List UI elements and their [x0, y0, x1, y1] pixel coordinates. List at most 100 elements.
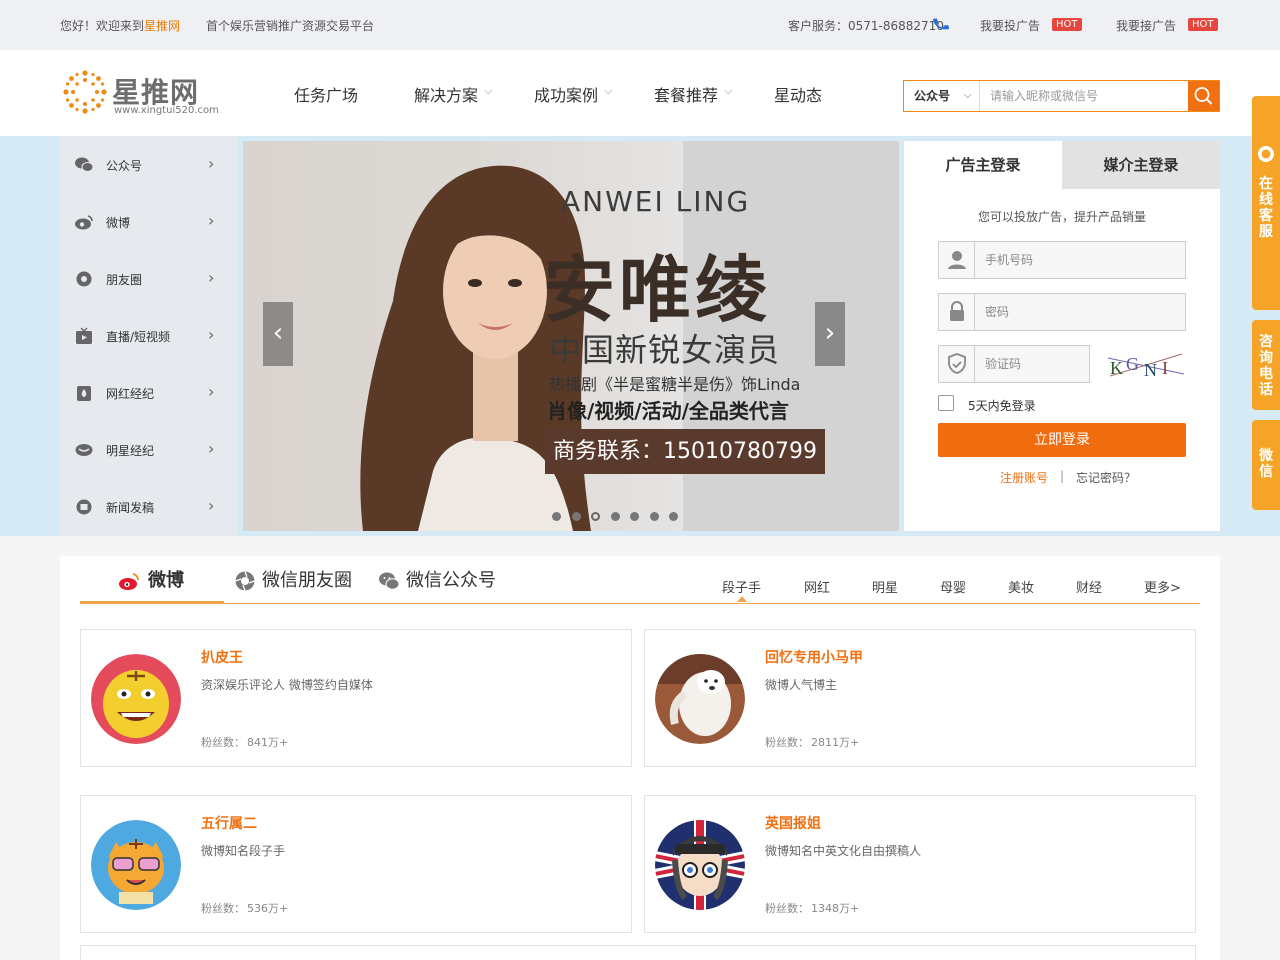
fans-label: 粉丝数： — [201, 902, 245, 915]
logo-icon — [63, 70, 107, 114]
login-button[interactable]: 立即登录 — [938, 423, 1186, 457]
media-name[interactable]: 五行属二 — [201, 813, 257, 833]
chevron-right-icon: › — [208, 211, 215, 230]
nav-task-square[interactable]: 任务广场 — [294, 82, 358, 106]
tab-media-login[interactable]: 媒介主登录 — [1062, 141, 1220, 189]
login-tabs: 广告主登录 媒介主登录 — [904, 141, 1220, 189]
banner-dot[interactable] — [630, 512, 639, 521]
nav-solutions[interactable]: 解决方案 — [414, 82, 478, 106]
category-item-press-release[interactable]: 新闻发稿 › — [60, 478, 238, 535]
post-ad-link[interactable]: 我要投广告 — [980, 17, 1040, 34]
media-card[interactable]: 英国报姐 微博知名中英文化自由撰稿人 粉丝数： 1348万+ — [644, 795, 1196, 933]
chevron-right-icon: › — [208, 439, 215, 458]
media-card[interactable]: 扒皮王 资深娱乐评论人 微博签约自媒体 粉丝数： 841万+ — [80, 629, 632, 767]
banner-dot[interactable] — [571, 512, 581, 521]
fans-count: 粉丝数： 1348万+ — [765, 900, 859, 916]
welcome-prefix: 您好！欢迎来到 — [60, 19, 145, 33]
take-ad-link[interactable]: 我要接广告 — [1116, 17, 1176, 34]
category-item-influencer-agency[interactable]: 网红经纪 › — [60, 364, 238, 421]
search-button[interactable] — [1188, 81, 1219, 111]
banner-dot[interactable] — [669, 512, 678, 521]
subtab-influencer[interactable]: 网红 — [804, 577, 830, 596]
shield-icon — [939, 346, 975, 382]
category-item-weibo[interactable]: 微博 › — [60, 193, 238, 250]
category-label: 公众号 — [106, 159, 143, 173]
media-card[interactable]: 五行属二 微博知名段子手 粉丝数： 536万+ — [80, 795, 632, 933]
subtab-finance[interactable]: 财经 — [1076, 577, 1102, 596]
banner-dot[interactable] — [610, 512, 620, 521]
fans-count: 粉丝数： 841万+ — [201, 734, 288, 750]
password-input[interactable] — [977, 294, 1183, 330]
fans-label: 粉丝数： — [765, 902, 809, 915]
subtab-more[interactable]: 更多> — [1144, 577, 1181, 596]
fans-count: 粉丝数： 536万+ — [201, 900, 288, 916]
category-label: 直播/短视频 — [106, 330, 171, 344]
category-label: 微博 — [106, 216, 131, 230]
hot-badge: HOT — [1052, 18, 1082, 31]
forgot-password-link[interactable]: 忘记密码？ — [1076, 469, 1136, 486]
category-item-live-video[interactable]: 直播/短视频 › — [60, 307, 238, 364]
login-hint: 您可以投放广告，提升产品销量 — [977, 210, 1146, 224]
hero-banner[interactable]: ANWEI LING 安唯绫 中国新锐女演员 热播剧《半是蜜糖半是伤》饰Lind… — [243, 141, 899, 531]
captcha-input[interactable] — [977, 346, 1087, 382]
nav-cases[interactable]: 成功案例 — [534, 82, 598, 106]
media-name[interactable]: 英国报姐 — [765, 813, 821, 833]
phone-field — [938, 241, 1186, 279]
category-sidebar: 公众号 › 微博 › 朋友圈 › 直播/短视频 › 网红经纪 › 明星经纪 › … — [60, 136, 238, 536]
tab-divider — [80, 603, 1200, 604]
fans-value: 2811万+ — [811, 736, 860, 749]
tab-wechat-moments[interactable]: 微信朋友圈 — [262, 566, 352, 596]
float-consult-phone[interactable]: 咨询电话 — [1252, 320, 1280, 410]
captcha-char: G — [1126, 354, 1139, 374]
search-input[interactable] — [982, 81, 1190, 111]
category-item-official-account[interactable]: 公众号 › — [60, 136, 238, 193]
media-description: 微博知名中英文化自由撰稿人 — [765, 844, 922, 858]
media-name[interactable]: 扒皮王 — [201, 647, 243, 667]
site-logo[interactable]: 星推网 www.xingtui520.com — [60, 65, 225, 119]
tab-weibo[interactable]: 微博 — [148, 566, 184, 596]
hot-badge: HOT — [1188, 18, 1218, 31]
subtab-celebrity[interactable]: 明星 — [872, 577, 898, 596]
float-wechat[interactable]: 微信 — [1252, 420, 1280, 510]
media-description: 资深娱乐评论人 微博签约自媒体 — [201, 678, 373, 692]
weibo-icon — [119, 573, 139, 590]
banner-next-button[interactable]: › — [815, 302, 845, 366]
remember-checkbox[interactable] — [938, 395, 954, 411]
banner-prev-button[interactable]: ‹ — [263, 302, 293, 366]
category-label: 朋友圈 — [106, 273, 143, 287]
media-name[interactable]: 回忆专用小马甲 — [765, 647, 863, 667]
slogan: 首个娱乐营销推广资源交易平台 — [206, 19, 375, 33]
avatar — [655, 654, 745, 744]
category-item-moments[interactable]: 朋友圈 › — [60, 250, 238, 307]
phone-input[interactable] — [977, 242, 1183, 278]
nav-packages[interactable]: 套餐推荐 — [654, 82, 718, 106]
user-icon — [939, 242, 975, 278]
banner-dot[interactable] — [552, 512, 561, 521]
media-card[interactable]: 回忆专用小马甲 微博人气博主 粉丝数： 2811万+ — [644, 629, 1196, 767]
subtab-maternal[interactable]: 母婴 — [940, 577, 966, 596]
banner-dot[interactable] — [649, 512, 659, 521]
category-label: 新闻发稿 — [106, 501, 155, 515]
category-item-star-agency[interactable]: 明星经纪 › — [60, 421, 238, 478]
nav-star-news[interactable]: 星动态 — [774, 82, 822, 106]
float-label: 微信 — [1259, 448, 1273, 480]
customer-service: 客户服务：0571-86882710 — [788, 19, 944, 33]
avatar — [91, 654, 181, 744]
banner-dot[interactable] — [591, 512, 600, 521]
captcha-image[interactable]: K G N I — [1106, 348, 1186, 382]
banner-title-zh: 安唯绫 — [543, 248, 772, 332]
moments-icon — [76, 271, 92, 287]
fans-value: 1348万+ — [811, 902, 860, 915]
captcha-char: I — [1162, 358, 1168, 378]
subtab-jokester[interactable]: 段子手 — [722, 577, 761, 596]
tab-advertiser-login[interactable]: 广告主登录 — [904, 141, 1062, 189]
register-link[interactable]: 注册账号 — [1000, 469, 1048, 486]
login-panel: 广告主登录 媒介主登录 您可以投放广告，提升产品销量 K G N I 5天内免登… — [904, 141, 1220, 531]
float-online-service[interactable]: 在线客服 — [1252, 96, 1280, 310]
tab-wechat-official[interactable]: 微信公众号 — [406, 566, 496, 596]
welcome-brand-link[interactable]: 星推网 — [144, 19, 180, 33]
media-description: 微博人气博主 — [765, 678, 838, 692]
fans-label: 粉丝数： — [201, 736, 245, 749]
subtab-beauty[interactable]: 美妆 — [1008, 577, 1034, 596]
search-icon — [1194, 87, 1213, 105]
